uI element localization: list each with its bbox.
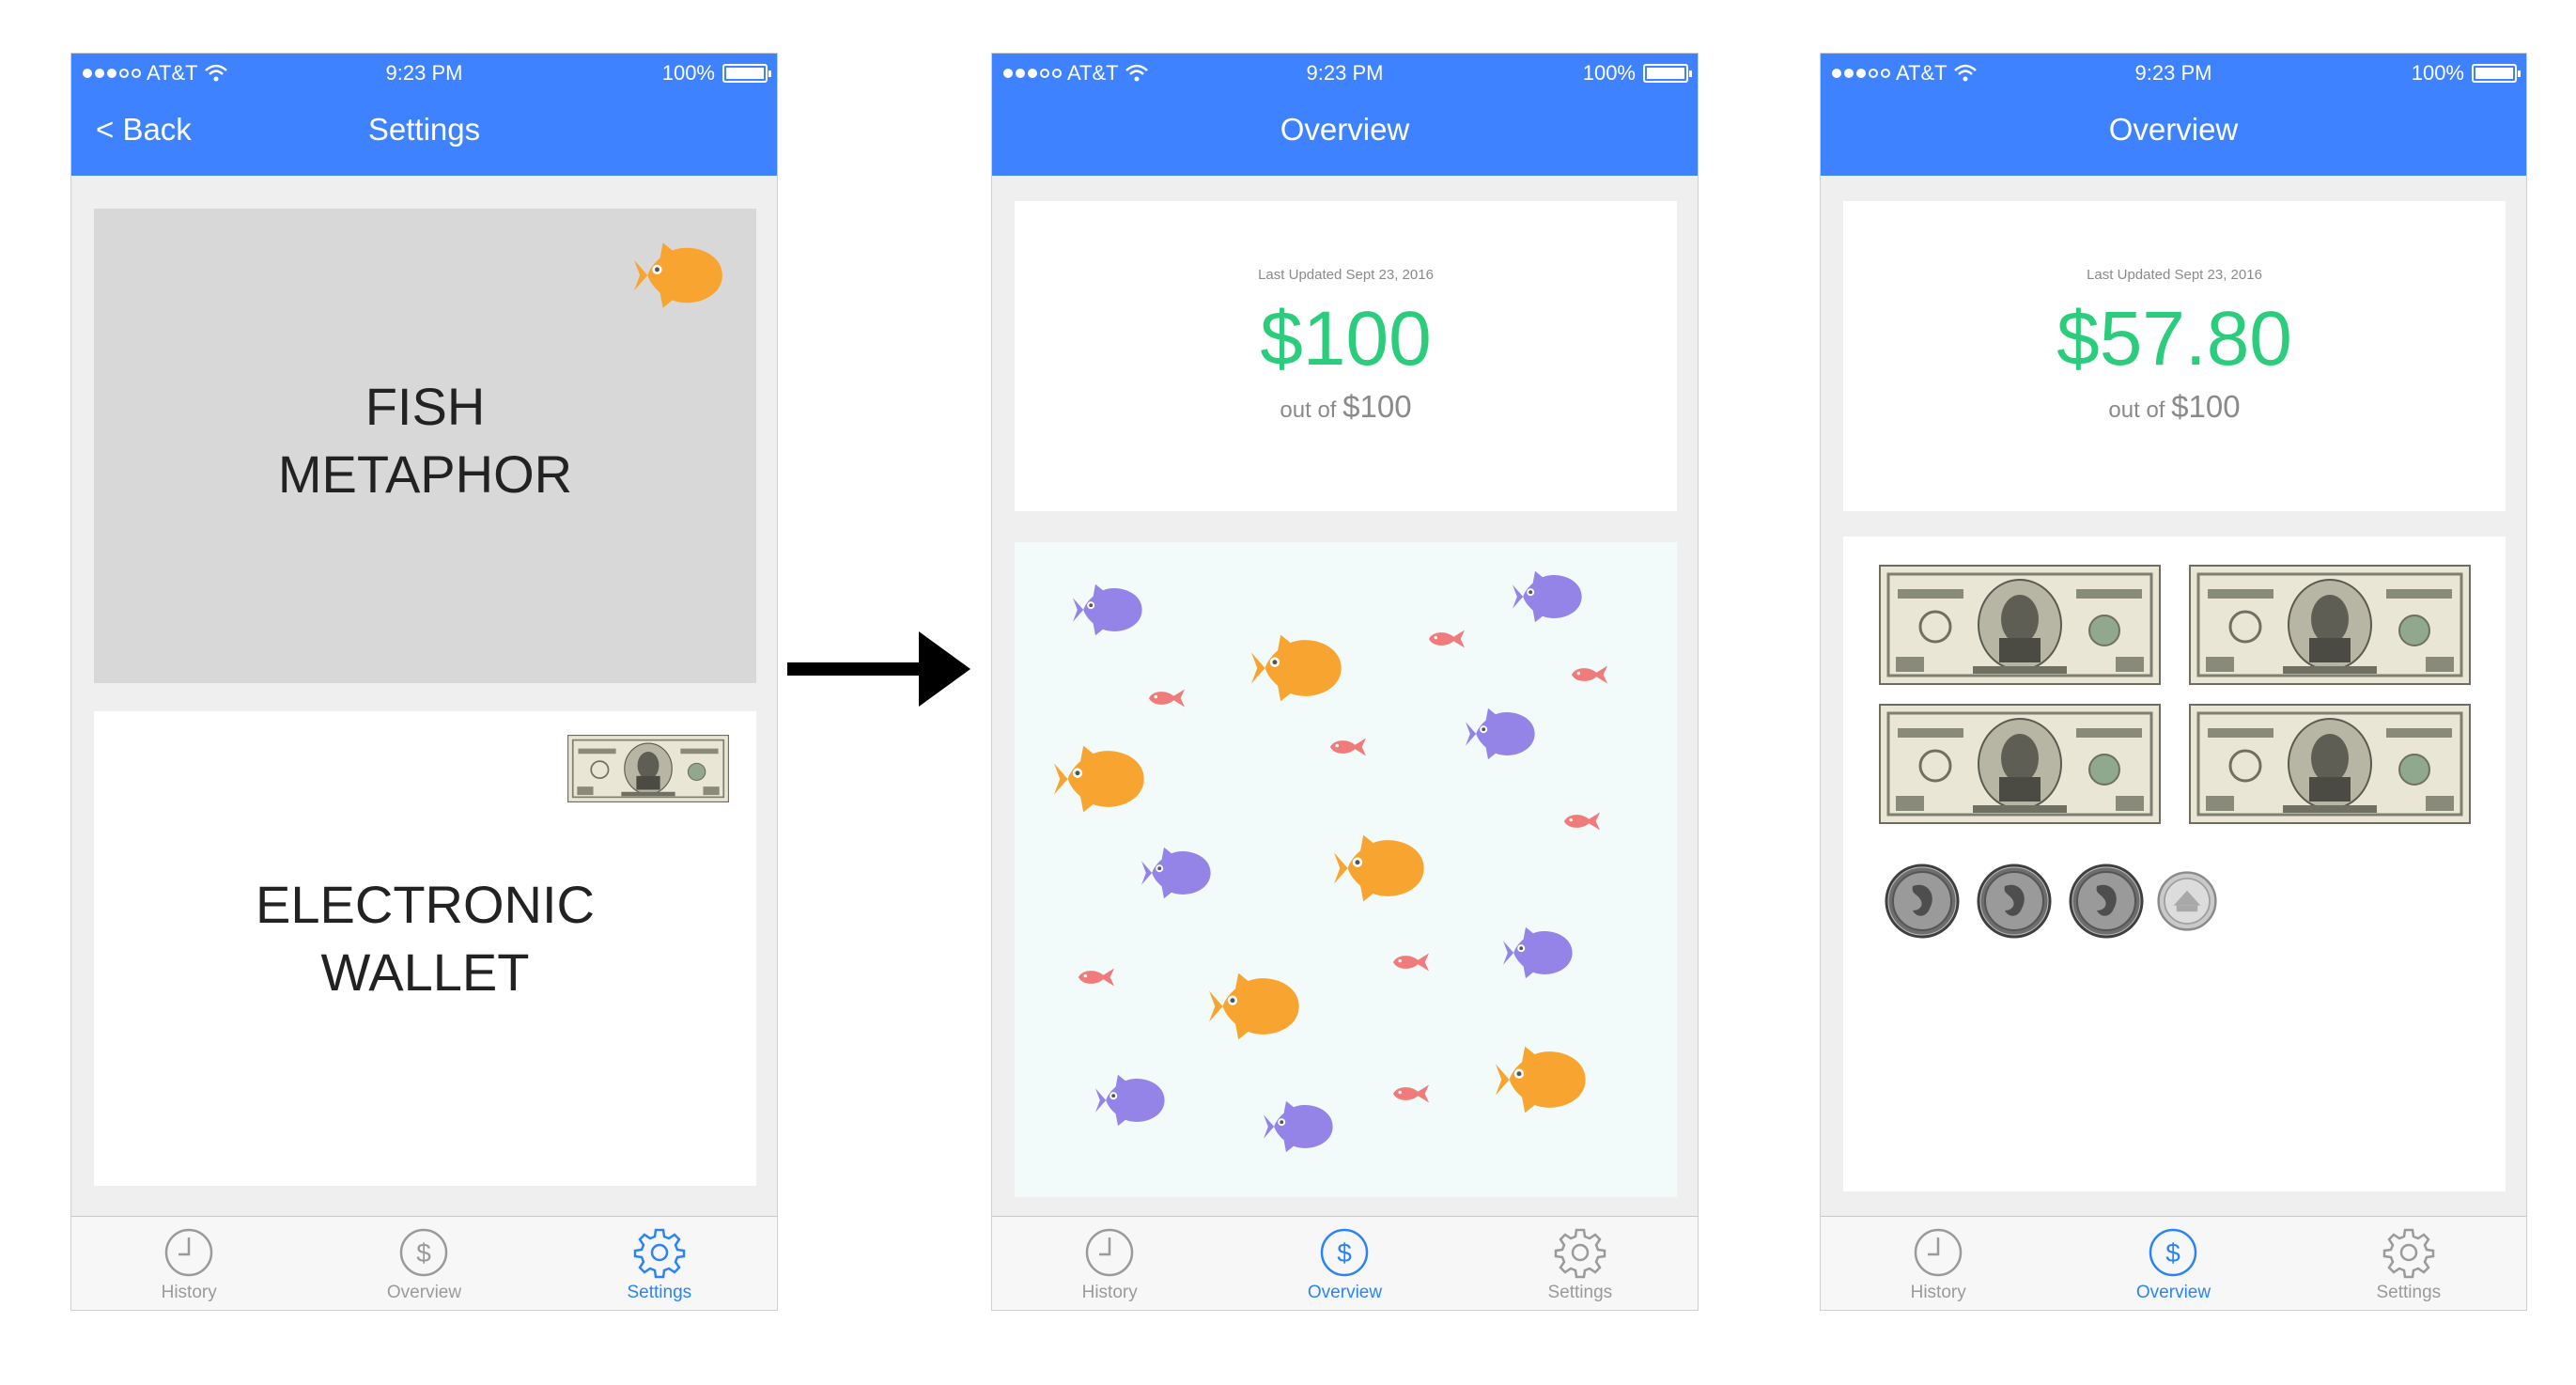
fish-icon (1141, 843, 1217, 903)
fish-icon (1513, 567, 1588, 627)
gear-icon (2382, 1226, 2435, 1279)
fish-icon (1076, 967, 1117, 988)
fish-icon (1569, 664, 1610, 685)
fish-icon (1095, 1070, 1171, 1130)
tab-settings[interactable]: Settings (1463, 1217, 1698, 1310)
nav-bar: AT&T 9:23 PM 100% Overview (992, 54, 1698, 176)
fish-icon (1390, 1083, 1432, 1104)
clock-icon (163, 1226, 215, 1279)
fish-tank (1015, 542, 1677, 1197)
tab-overview[interactable]: Overview (1227, 1217, 1462, 1310)
battery-icon (722, 64, 771, 83)
fish-icon (1561, 811, 1603, 832)
overview-wallet-screen: AT&T 9:23 PM 100% Overview Last Updated … (1820, 53, 2527, 1311)
tab-overview[interactable]: Overview (306, 1217, 541, 1310)
option-label: FISH METAPHOR (277, 377, 573, 504)
status-bar: AT&T 9:23 PM 100% (992, 54, 1698, 91)
tab-settings[interactable]: Settings (2291, 1217, 2526, 1310)
quarter-coin (2069, 864, 2144, 939)
nav-bar: AT&T 9:23 PM 100% Overview (1821, 54, 2526, 176)
one-dollar-bill (1879, 704, 2161, 824)
wallet-contents (1843, 537, 2506, 1191)
tab-history[interactable]: History (71, 1217, 306, 1310)
status-bar: AT&T 9:23 PM 100% (71, 54, 777, 91)
overview-fish-screen: AT&T 9:23 PM 100% Overview Last Updated … (991, 53, 1699, 1311)
dollar-circle-icon (2147, 1226, 2199, 1279)
battery-label: 100% (1582, 61, 1636, 85)
balance-amount: $57.80 (2056, 296, 2292, 381)
tab-history[interactable]: History (1821, 1217, 2056, 1310)
electronic-wallet-option[interactable]: ELECTRONIC WALLET (94, 711, 756, 1186)
battery-label: 100% (2411, 61, 2464, 85)
fish-icon (1073, 580, 1148, 640)
tab-bar: History Overview Settings (1821, 1216, 2526, 1310)
clock-icon (1912, 1226, 1964, 1279)
fish-icon (1209, 967, 1307, 1046)
battery-icon (1643, 64, 1692, 83)
clock-icon (1083, 1226, 1136, 1279)
fish-icon (634, 237, 730, 314)
fish-icon (1327, 737, 1369, 757)
fish-icon (1146, 688, 1187, 708)
fifty-dollar-bill (1879, 565, 2161, 685)
one-dollar-bill (2189, 704, 2471, 824)
option-label: ELECTRONIC WALLET (256, 875, 595, 1002)
fish-icon (1503, 923, 1578, 983)
dollar-circle-icon (397, 1226, 450, 1279)
tab-history[interactable]: History (992, 1217, 1227, 1310)
fish-metaphor-option[interactable]: FISH METAPHOR (94, 209, 756, 683)
fish-icon (1496, 1040, 1593, 1119)
tab-settings[interactable]: Settings (542, 1217, 777, 1310)
budget-total: out of $100 (1280, 389, 1412, 424)
tab-bar: History Overview Settings (71, 1216, 777, 1310)
status-bar: AT&T 9:23 PM 100% (1821, 54, 2526, 91)
transition-arrow-icon (787, 631, 970, 707)
dollar-circle-icon (1318, 1226, 1371, 1279)
quarter-coin (1885, 864, 1960, 939)
fish-icon (1426, 629, 1467, 649)
fish-icon (1390, 952, 1432, 973)
nav-bar: AT&T 9:23 PM 100% < Back Settings (71, 54, 777, 176)
last-updated-text: Last Updated Sept 23, 2016 (1258, 267, 1434, 283)
five-dollar-bill (2189, 565, 2471, 685)
nickel-coin (2157, 871, 2217, 931)
gear-icon (633, 1226, 686, 1279)
page-title: Overview (1280, 112, 1410, 147)
balance-amount: $100 (1260, 296, 1432, 381)
tab-bar: History Overview Settings (992, 1216, 1698, 1310)
page-title: Settings (367, 112, 481, 147)
gear-icon (1554, 1226, 1606, 1279)
fish-icon (1466, 704, 1541, 764)
fish-icon (1251, 629, 1349, 708)
page-title: Overview (2108, 112, 2239, 147)
balance-summary: Last Updated Sept 23, 2016 $57.80 out of… (1843, 201, 2506, 511)
settings-screen: AT&T 9:23 PM 100% < Back Settings FISH M… (70, 53, 778, 1311)
battery-icon (2472, 64, 2521, 83)
fish-icon (1054, 739, 1152, 818)
five-dollar-bill-icon (567, 735, 729, 802)
fish-icon (1334, 829, 1432, 908)
fish-icon (1264, 1097, 1339, 1157)
quarter-coin (1977, 864, 2052, 939)
budget-total: out of $100 (2108, 389, 2241, 424)
tab-overview[interactable]: Overview (2056, 1217, 2290, 1310)
last-updated-text: Last Updated Sept 23, 2016 (2087, 267, 2262, 283)
balance-summary: Last Updated Sept 23, 2016 $100 out of $… (1015, 201, 1677, 511)
battery-label: 100% (661, 61, 715, 85)
